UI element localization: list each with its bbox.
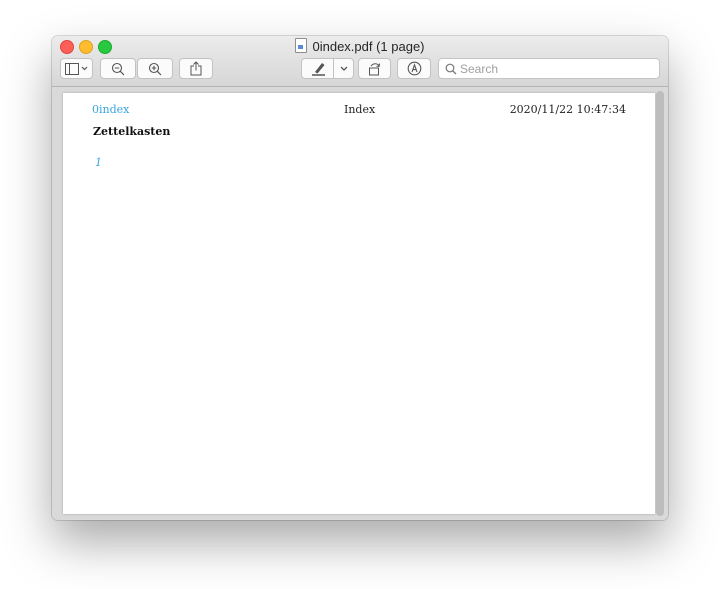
pdf-page: 0index Index 2020/11/22 10:47:34 Zettelk… (63, 93, 655, 514)
search-icon (445, 63, 457, 75)
header-timestamp: 2020/11/22 10:47:34 (509, 103, 626, 116)
highlighter-icon (312, 62, 325, 76)
search-input[interactable] (460, 60, 655, 77)
highlight-button[interactable] (301, 58, 354, 79)
zoom-out-button[interactable] (100, 58, 136, 79)
pdf-document-icon (295, 38, 308, 53)
window-title-area: 0index.pdf (1 page) (52, 38, 668, 55)
title-toolbar: 0index.pdf (1 page) (52, 36, 668, 87)
sidebar-icon (64, 62, 87, 75)
sidebar-toggle-button[interactable] (60, 58, 93, 79)
zoom-out-icon (111, 62, 125, 75)
zoom-in-icon (148, 62, 162, 75)
header-title: Index (344, 103, 376, 116)
markup-button[interactable] (397, 58, 431, 79)
markup-icon (407, 61, 421, 76)
document-viewer[interactable]: 0index Index 2020/11/22 10:47:34 Zettelk… (52, 87, 668, 520)
window-title: 0index.pdf (1 page) (312, 39, 425, 54)
preview-window: 0index.pdf (1 page) Search 0index Index … (52, 36, 668, 520)
rotate-icon (369, 63, 380, 76)
header-link-0index[interactable]: 0index (92, 103, 129, 116)
page-heading: Zettelkasten (93, 125, 171, 138)
share-button[interactable] (179, 58, 213, 79)
share-icon (190, 61, 202, 76)
rotate-button[interactable] (358, 58, 391, 79)
zoom-in-button[interactable] (137, 58, 173, 79)
search-field[interactable] (438, 58, 660, 79)
note-link[interactable]: 1 (95, 156, 102, 169)
vertical-scrollbar[interactable] (656, 91, 664, 516)
chevron-down-icon (340, 66, 348, 71)
